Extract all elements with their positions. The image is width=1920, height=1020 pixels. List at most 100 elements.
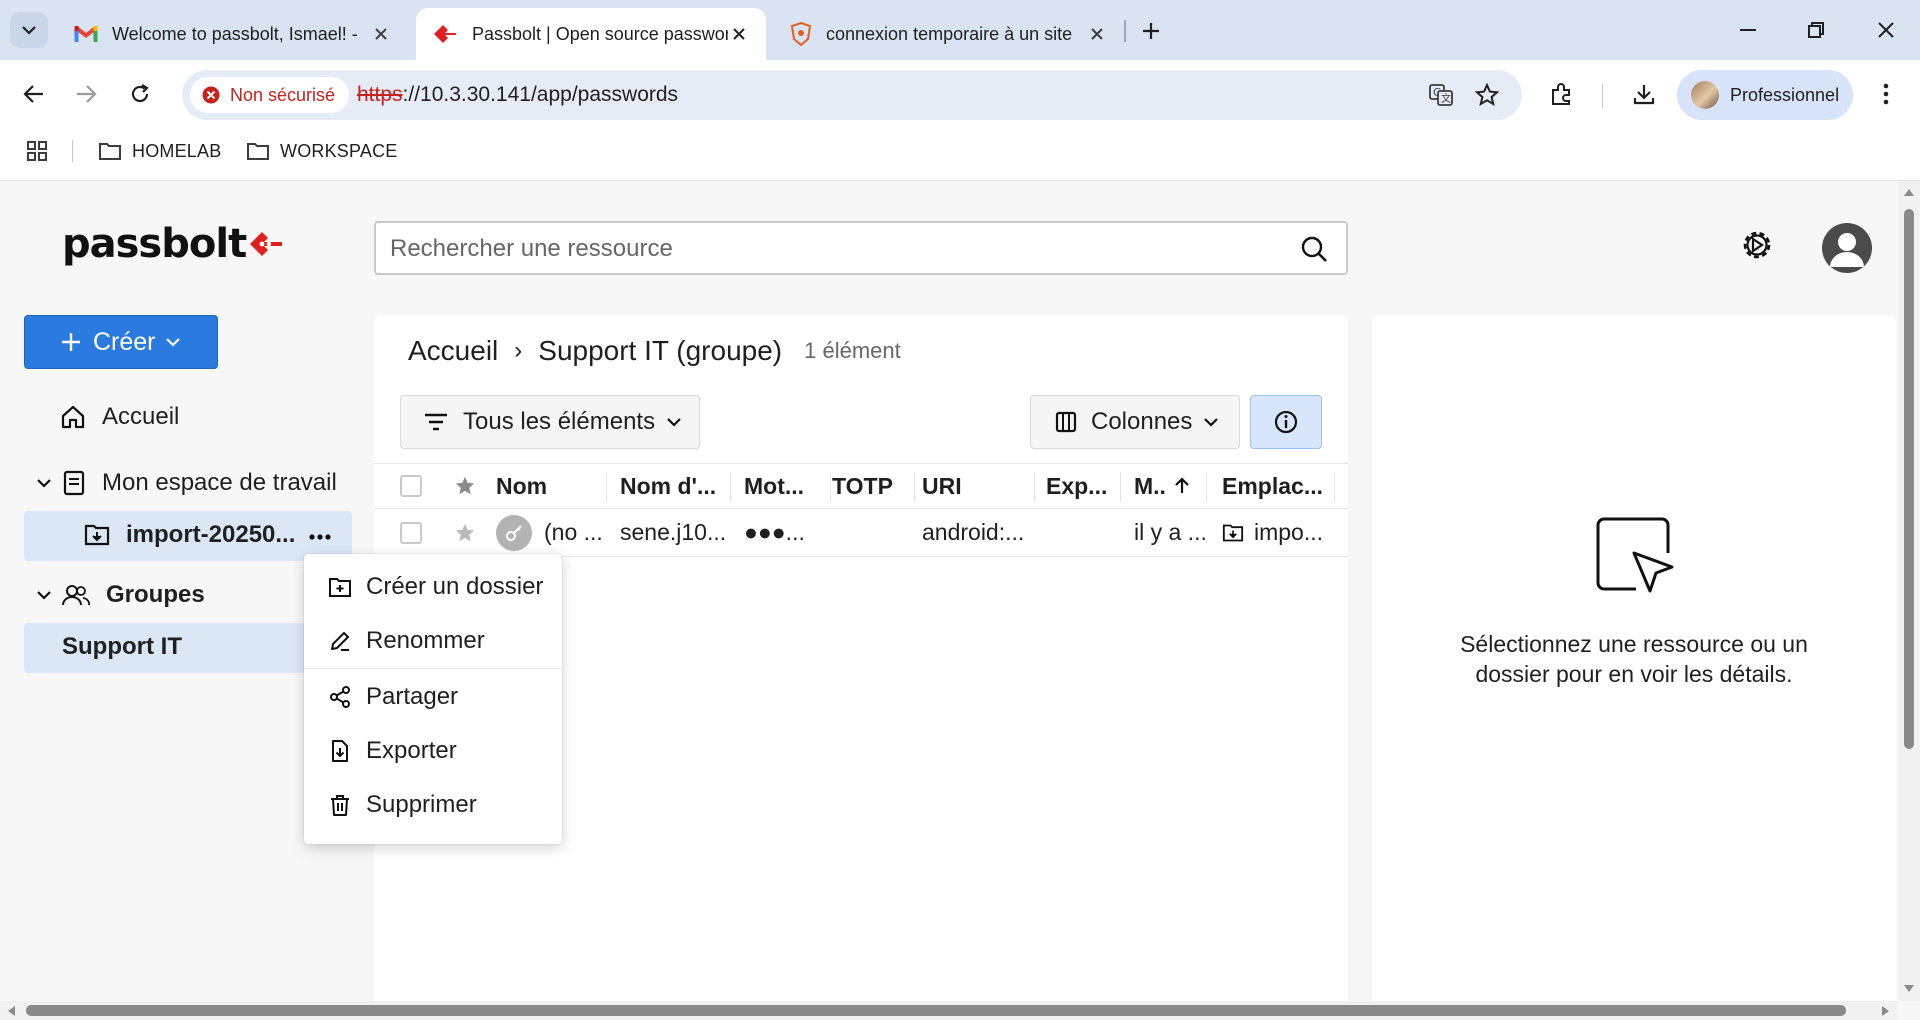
sidebar-item-workspace[interactable]: Mon espace de travail: [36, 469, 337, 497]
users-icon: [62, 585, 90, 606]
horizontal-scrollbar[interactable]: [0, 1001, 1898, 1020]
menu-item-create-folder[interactable]: Créer un dossier: [304, 560, 562, 614]
browser-menu-icon[interactable]: [1866, 74, 1906, 114]
scroll-up-arrow-icon[interactable]: [1904, 189, 1914, 196]
sidebar-folder-import[interactable]: import-20250...: [84, 521, 295, 549]
columns-button[interactable]: Colonnes: [1030, 395, 1240, 449]
tab-gmail[interactable]: Welcome to passbolt, Ismael! -: [58, 8, 408, 60]
select-all-checkbox[interactable]: [400, 464, 422, 508]
browser-tabstrip: Welcome to passbolt, Ismael! - Passbolt …: [0, 0, 1920, 60]
info-toggle-button[interactable]: [1250, 395, 1322, 449]
brave-shield-icon: [790, 22, 812, 46]
menu-item-label: Créer un dossier: [366, 573, 544, 600]
passbolt-logo[interactable]: passbolt: [62, 221, 284, 267]
downloads-icon[interactable]: [1624, 74, 1664, 114]
profile-button[interactable]: Professionnel: [1677, 70, 1853, 120]
column-divider[interactable]: [1034, 472, 1035, 502]
close-window-button[interactable]: [1866, 14, 1906, 46]
table-row[interactable]: (no ... sene.j10... ●●●... android:... i…: [374, 509, 1348, 557]
resource-search[interactable]: [374, 221, 1348, 275]
menu-item-share[interactable]: Partager: [304, 670, 562, 724]
favorite-column-star-icon[interactable]: [454, 464, 476, 508]
cell-username[interactable]: sene.j10...: [620, 509, 726, 556]
url-scheme: https: [357, 83, 403, 106]
columns-icon: [1055, 411, 1077, 433]
item-count: 1 élément: [804, 338, 901, 363]
sidebar-item-groups[interactable]: Groupes: [36, 581, 205, 609]
sidebar-group-label: Support IT: [62, 633, 182, 660]
filter-button[interactable]: Tous les éléments: [400, 395, 700, 449]
column-divider[interactable]: [914, 472, 915, 502]
cell-location[interactable]: impo...: [1222, 509, 1334, 556]
new-tab-button[interactable]: [1136, 16, 1166, 46]
horizontal-scroll-thumb[interactable]: [26, 1005, 1846, 1016]
column-header-name[interactable]: Nom: [496, 464, 604, 508]
column-header-username[interactable]: Nom d'...: [620, 464, 726, 508]
cell-password[interactable]: ●●●...: [744, 509, 830, 556]
extensions-icon[interactable]: [1542, 74, 1582, 114]
tab-passbolt[interactable]: Passbolt | Open source passwor: [416, 8, 766, 60]
column-divider[interactable]: [1334, 472, 1335, 502]
breadcrumb-current[interactable]: Support IT (groupe): [538, 335, 782, 367]
folder-more-button[interactable]: [300, 521, 340, 553]
close-tab-icon[interactable]: [370, 23, 392, 45]
settings-gear-icon[interactable]: [1738, 226, 1776, 264]
column-header-modified[interactable]: M..: [1134, 464, 1204, 508]
create-button[interactable]: Créer: [24, 315, 218, 369]
breadcrumb-root[interactable]: Accueil: [408, 335, 498, 367]
user-avatar[interactable]: [1822, 223, 1872, 273]
column-header-password[interactable]: Mot...: [744, 464, 830, 508]
menu-item-label: Renommer: [366, 627, 485, 654]
sidebar-group-support-it[interactable]: Support IT: [62, 633, 182, 661]
row-checkbox[interactable]: [400, 509, 422, 556]
menu-item-rename[interactable]: Renommer: [304, 614, 562, 668]
column-divider[interactable]: [730, 472, 731, 502]
apps-grid-icon[interactable]: [26, 137, 48, 165]
search-icon[interactable]: [1300, 235, 1328, 263]
cell-uri[interactable]: android:...: [922, 509, 1032, 556]
row-favorite-star-icon[interactable]: [454, 509, 476, 556]
column-divider[interactable]: [1206, 472, 1207, 502]
bookmark-homelab[interactable]: HOMELAB: [98, 137, 221, 165]
close-tab-icon[interactable]: [728, 23, 750, 45]
search-input[interactable]: [390, 235, 1270, 263]
url-text[interactable]: https://10.3.30.141/app/passwords: [357, 83, 678, 107]
security-chip[interactable]: Non sécurisé: [190, 77, 350, 113]
menu-item-export[interactable]: Exporter: [304, 724, 562, 778]
folder-plus-icon: [329, 578, 351, 597]
column-header-uri[interactable]: URI: [922, 464, 1032, 508]
chevron-down-icon: [37, 591, 51, 600]
columns-label: Colonnes: [1091, 408, 1193, 435]
close-tab-icon[interactable]: [1086, 23, 1108, 45]
bookmark-label: WORKSPACE: [280, 140, 398, 161]
scroll-left-arrow-icon[interactable]: [8, 1006, 15, 1016]
column-divider[interactable]: [1120, 472, 1121, 502]
tab-connexion[interactable]: connexion temporaire à un site: [774, 8, 1124, 60]
column-divider[interactable]: [830, 472, 831, 502]
vertical-scroll-thumb[interactable]: [1904, 209, 1914, 749]
bookmarks-divider: [72, 140, 73, 162]
column-divider[interactable]: [606, 472, 607, 502]
menu-item-delete[interactable]: Supprimer: [304, 778, 562, 832]
scroll-down-arrow-icon[interactable]: [1904, 985, 1914, 992]
sidebar-item-home[interactable]: Accueil: [60, 403, 179, 431]
vertical-scrollbar[interactable]: [1898, 181, 1920, 1001]
home-icon: [61, 405, 85, 429]
column-header-totp[interactable]: TOTP: [832, 464, 912, 508]
profile-avatar: [1691, 81, 1719, 109]
restore-button[interactable]: [1796, 14, 1836, 46]
bookmark-workspace[interactable]: WORKSPACE: [246, 137, 397, 165]
tab-search-button[interactable]: [10, 12, 48, 48]
address-bar[interactable]: Non sécurisé https://10.3.30.141/app/pas…: [182, 70, 1522, 120]
column-header-location[interactable]: Emplac...: [1222, 464, 1334, 508]
column-header-expiry[interactable]: Exp...: [1046, 464, 1126, 508]
more-horizontal-icon: [309, 534, 331, 540]
forward-button[interactable]: [66, 74, 106, 114]
translate-icon[interactable]: G文: [1426, 80, 1456, 110]
scroll-right-arrow-icon[interactable]: [1882, 1006, 1889, 1016]
reload-button[interactable]: [120, 74, 160, 114]
back-button[interactable]: [14, 74, 54, 114]
bookmark-star-icon[interactable]: [1472, 80, 1502, 110]
cell-name: (no ...: [496, 509, 604, 556]
minimize-button[interactable]: [1728, 14, 1768, 46]
